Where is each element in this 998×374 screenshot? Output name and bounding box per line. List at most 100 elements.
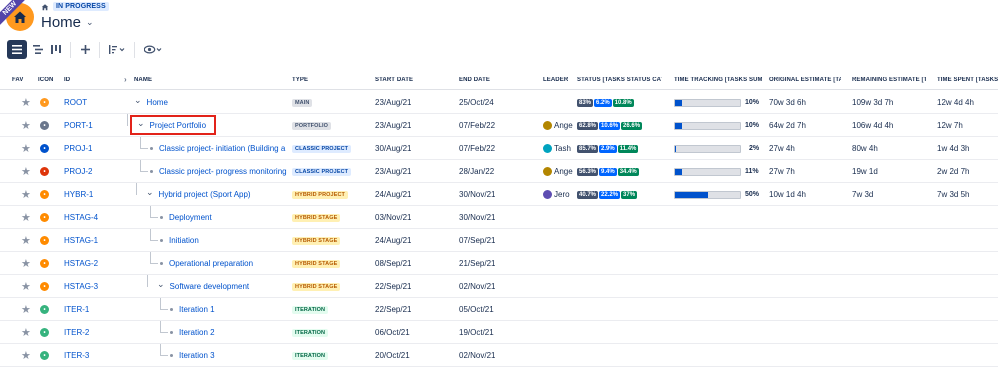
tree-node-dot bbox=[170, 354, 173, 357]
start-date: 08/Sep/21 bbox=[375, 259, 412, 268]
col-type[interactable]: TYPE bbox=[292, 77, 308, 83]
chevron-down-icon[interactable]: ⌄ bbox=[157, 279, 165, 290]
col-icon[interactable]: ICON bbox=[38, 77, 53, 83]
issue-key-link[interactable]: HSTAG-4 bbox=[64, 213, 98, 222]
item-name-link[interactable]: Initiation bbox=[169, 236, 199, 245]
col-remaining-estimate[interactable]: REMAINING ESTIMATE [TA bbox=[852, 77, 926, 83]
issue-key-link[interactable]: HSTAG-1 bbox=[64, 236, 98, 245]
icon-cell: • bbox=[40, 206, 49, 229]
avatar[interactable] bbox=[543, 144, 552, 153]
item-name-link[interactable]: Deployment bbox=[169, 213, 212, 222]
table-row[interactable]: ★ • HSTAG-4 Deployment HYBRID STAGE 03/Nov/21… bbox=[0, 206, 998, 229]
issue-key-link[interactable]: PROJ-1 bbox=[64, 144, 92, 153]
board-view-button[interactable] bbox=[47, 40, 65, 59]
original-estimate: 70w 3d 6h bbox=[769, 98, 806, 107]
table-row[interactable]: ★ • ROOT ⌄ Home MAIN 23/Aug/21 25/Oct/24 83% 6.2%… bbox=[0, 91, 998, 114]
add-button[interactable] bbox=[76, 40, 94, 59]
list-view-icon bbox=[12, 45, 22, 54]
chevron-down-icon[interactable]: ⌄ bbox=[146, 187, 154, 198]
item-name-link[interactable]: Operational preparation bbox=[169, 259, 253, 268]
star-icon[interactable]: ★ bbox=[21, 303, 31, 316]
home-icon[interactable] bbox=[41, 3, 49, 11]
col-time-spent[interactable]: TIME SPENT [TASKS S bbox=[937, 77, 998, 83]
item-name-link[interactable]: Iteration 1 bbox=[179, 305, 215, 314]
star-icon[interactable]: ★ bbox=[21, 326, 31, 339]
icon-cell: • bbox=[40, 137, 49, 160]
end-date: 19/Oct/21 bbox=[459, 328, 494, 337]
item-name-link[interactable]: Iteration 3 bbox=[179, 351, 215, 360]
table-row[interactable]: ★ • PROJ-1 Classic project- initiation (Bui… bbox=[0, 137, 998, 160]
end-date: 21/Sep/21 bbox=[459, 259, 496, 268]
table-row[interactable]: ★ • HSTAG-2 Operational preparation HYBRID S… bbox=[0, 252, 998, 275]
expand-all-icon[interactable]: › bbox=[124, 75, 127, 84]
chevron-down-icon[interactable]: ⌄ bbox=[86, 17, 94, 28]
item-name-link[interactable]: Classic project- initiation (Building a bbox=[159, 144, 285, 153]
status-segment: 85.7% bbox=[577, 144, 599, 153]
star-icon[interactable]: ★ bbox=[21, 142, 31, 155]
end-date: 30/Nov/21 bbox=[459, 213, 496, 222]
issue-key-link[interactable]: ROOT bbox=[64, 98, 87, 107]
star-icon[interactable]: ★ bbox=[21, 119, 31, 132]
star-icon[interactable]: ★ bbox=[21, 188, 31, 201]
col-end-date[interactable]: END DATE bbox=[459, 77, 490, 83]
item-name-link[interactable]: Software development bbox=[170, 282, 250, 291]
issue-key-link[interactable]: ITER-3 bbox=[64, 351, 89, 360]
star-icon[interactable]: ★ bbox=[21, 96, 31, 109]
sort-button[interactable] bbox=[105, 40, 129, 59]
status-segment: 62.8% bbox=[577, 121, 599, 130]
issue-key-link[interactable]: HSTAG-2 bbox=[64, 259, 98, 268]
list-view-button[interactable] bbox=[7, 40, 27, 59]
highlight-box bbox=[130, 115, 216, 135]
table-row[interactable]: ★ • HSTAG-1 Initiation HYBRID STAGE 24/Aug/21… bbox=[0, 229, 998, 252]
visibility-button[interactable] bbox=[140, 40, 166, 59]
structure-type-icon: • bbox=[40, 305, 49, 314]
avatar[interactable] bbox=[543, 121, 552, 130]
table-row[interactable]: ★ • PROJ-2 Classic project- progress monito… bbox=[0, 160, 998, 183]
table-row[interactable]: ★ • ITER-3 Iteration 3 ITERATION 20/Oct/21 02/… bbox=[0, 344, 998, 367]
status-badge[interactable]: IN PROGRESS bbox=[53, 2, 109, 11]
item-name-link[interactable]: Hybrid project (Sport App) bbox=[159, 190, 251, 199]
table-row[interactable]: ★ • HYBR-1 ⌄ Hybrid project (Sport App) HYBRI… bbox=[0, 183, 998, 206]
col-time-tracking[interactable]: TIME TRACKING [TASKS SUM] bbox=[674, 77, 762, 83]
issue-key-link[interactable]: PROJ-2 bbox=[64, 167, 92, 176]
item-name-link[interactable]: Iteration 2 bbox=[179, 328, 215, 337]
col-start-date[interactable]: START DATE bbox=[375, 77, 413, 83]
remaining-estimate: 80w 4h bbox=[852, 144, 878, 153]
page-title[interactable]: Home ⌄ bbox=[41, 14, 94, 31]
structure-type-icon: • bbox=[40, 190, 49, 199]
item-name-link[interactable]: Classic project- progress monitoring bbox=[159, 167, 287, 176]
col-fav[interactable]: FAV bbox=[12, 77, 24, 83]
table-row[interactable]: ★ • ITER-1 Iteration 1 ITERATION 22/Sep/21 05/… bbox=[0, 298, 998, 321]
new-badge: NEW bbox=[0, 0, 30, 28]
col-original-estimate[interactable]: ORIGINAL ESTIMATE [TAS bbox=[769, 77, 841, 83]
end-date: 02/Nov/21 bbox=[459, 351, 496, 360]
col-id[interactable]: ID bbox=[64, 77, 70, 83]
star-icon[interactable]: ★ bbox=[21, 211, 31, 224]
tree-view-button[interactable] bbox=[29, 40, 47, 59]
time-tracking-bar bbox=[674, 144, 741, 153]
avatar[interactable] bbox=[543, 167, 552, 176]
issue-key-link[interactable]: PORT-1 bbox=[64, 121, 93, 130]
star-icon[interactable]: ★ bbox=[21, 349, 31, 362]
chevron-down-icon[interactable]: ⌄ bbox=[134, 95, 142, 106]
table-row[interactable]: ★ • ITER-2 Iteration 2 ITERATION 06/Oct/21 19/… bbox=[0, 321, 998, 344]
issue-key-link[interactable]: ITER-1 bbox=[64, 305, 89, 314]
issue-key-link[interactable]: HYBR-1 bbox=[64, 190, 93, 199]
star-icon[interactable]: ★ bbox=[21, 257, 31, 270]
star-icon[interactable]: ★ bbox=[21, 280, 31, 293]
col-leader[interactable]: LEADER bbox=[543, 77, 568, 83]
col-status[interactable]: STATUS [TASKS STATUS CATE bbox=[577, 77, 662, 83]
star-icon[interactable]: ★ bbox=[21, 165, 31, 178]
status-bar: 56.3% 9.4% 34.4% bbox=[577, 160, 640, 183]
issue-key-link[interactable]: HSTAG-3 bbox=[64, 282, 98, 291]
id-cell: HSTAG-3 bbox=[64, 275, 98, 298]
avatar[interactable] bbox=[543, 190, 552, 199]
time-tracking-cell bbox=[674, 137, 741, 160]
star-icon[interactable]: ★ bbox=[21, 234, 31, 247]
type-lozenge: HYBRID STAGE bbox=[292, 213, 341, 222]
issue-key-link[interactable]: ITER-2 bbox=[64, 328, 89, 337]
col-name[interactable]: NAME bbox=[134, 77, 152, 83]
item-name-link[interactable]: Home bbox=[147, 98, 168, 107]
icon-cell: • bbox=[40, 229, 49, 252]
table-row[interactable]: ★ • HSTAG-3 ⌄ Software development HYBRID STA… bbox=[0, 275, 998, 298]
